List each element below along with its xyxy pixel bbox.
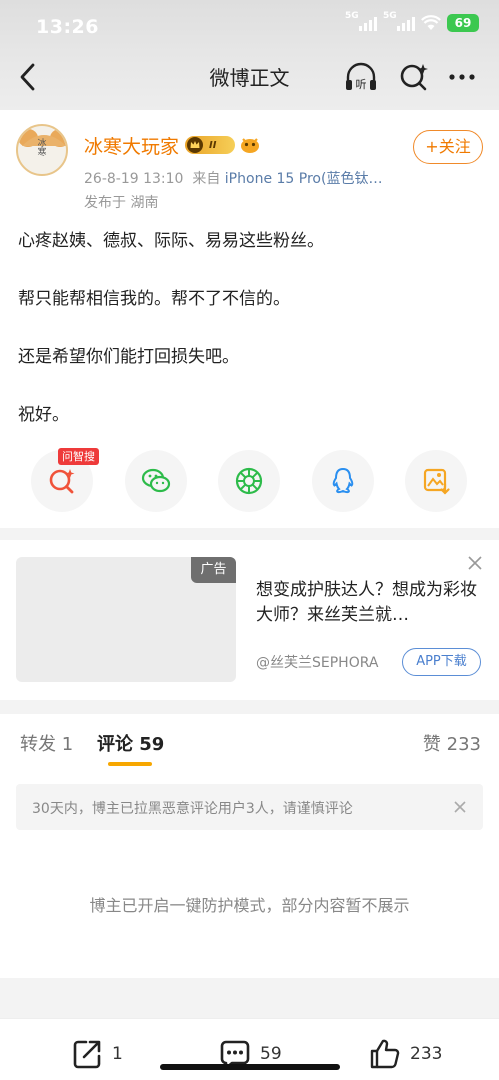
share-moments-button[interactable] (218, 450, 280, 512)
svg-text:听: 听 (356, 78, 367, 91)
post-meta: 26-8-19 13:10 来自 iPhone 15 Pro(蓝色钛… (84, 171, 383, 187)
ad-tag: 广告 (191, 557, 236, 583)
wechat-icon (141, 468, 171, 493)
status-time: 13:26 (36, 16, 99, 38)
wifi-icon (421, 15, 441, 30)
home-indicator (160, 1064, 340, 1070)
search-icon[interactable] (396, 60, 432, 94)
signal-icon-2: 5G (383, 11, 415, 31)
post-paragraph: 帮只能帮相信我的。帮不了不信的。 (18, 289, 290, 309)
close-icon[interactable] (453, 800, 467, 814)
ad-source[interactable]: @丝芙兰SEPHORA (256, 652, 378, 672)
battery-icon: 69 (447, 14, 479, 32)
post-location: 发布于 湖南 (84, 195, 159, 211)
like-count: 233 (410, 1044, 443, 1064)
share-wechat-button[interactable] (125, 450, 187, 512)
signal-icon: 5G (345, 11, 377, 31)
avatar[interactable]: 冰寒 (16, 124, 68, 176)
like-button[interactable]: 233 (368, 1037, 442, 1071)
tab-repost[interactable]: 转发 1 (20, 730, 73, 756)
app-download-button[interactable]: APP下载 (402, 648, 481, 676)
device-link[interactable]: iPhone 15 Pro(蓝色钛… (225, 171, 383, 187)
image-download-icon (423, 468, 450, 495)
notice-text: 30天内，博主已拉黑恶意评论用户3人，请谨慎评论 (32, 801, 353, 817)
post-paragraph: 还是希望你们能打回损失吧。 (18, 347, 239, 367)
protection-mode-text: 博主已开启一键防护模式，部分内容暂不展示 (89, 896, 410, 915)
crown-icon (187, 137, 203, 153)
qq-icon (332, 467, 354, 494)
active-tab-indicator (108, 762, 152, 766)
repost-button[interactable]: 1 (70, 1037, 123, 1071)
post-paragraph: 心疼赵姨、德叔、际际、易易这些粉丝。 (18, 231, 324, 251)
ad-card[interactable]: 广告 想变成护肤达人？想成为彩妆大师？来丝芙兰就… @丝芙兰SEPHORA AP… (0, 540, 499, 700)
post-card: 冰寒 冰寒大玩家 II 26-8-19 13:10 来自 iPhone 15 P… (0, 110, 499, 528)
follow-button[interactable]: +关注 (413, 130, 483, 164)
moments-icon (235, 467, 263, 495)
ai-search-tag: 问智搜 (58, 448, 99, 465)
bottom-toolbar: 1 59 233 (0, 1018, 499, 1080)
save-image-button[interactable] (405, 450, 467, 512)
comments-section: 30天内，博主已拉黑恶意评论用户3人，请谨慎评论 博主已开启一键防护模式，部分内… (0, 770, 499, 978)
vip-level: II (209, 139, 217, 151)
repost-icon (73, 1040, 101, 1069)
ad-text[interactable]: 想变成护肤达人？想成为彩妆大师？来丝芙兰就… (256, 578, 484, 628)
post-paragraph: 祝好。 (18, 405, 69, 425)
like-icon (370, 1039, 400, 1069)
status-icons: 5G 5G 69 (345, 11, 479, 32)
listen-icon[interactable]: 听 (343, 60, 379, 94)
username[interactable]: 冰寒大玩家 (84, 132, 179, 159)
comment-count: 59 (260, 1044, 282, 1064)
more-icon[interactable] (446, 60, 482, 94)
top-bar: 13:26 5G 5G 69 微博正文 听 (0, 0, 499, 110)
share-qq-button[interactable] (312, 450, 374, 512)
interaction-tabs: 转发 1 评论 59 赞 233 (0, 714, 499, 770)
ai-search-icon (49, 469, 75, 494)
vip-badge[interactable]: II (185, 136, 235, 154)
close-icon[interactable] (466, 554, 484, 572)
comment-notice: 30天内，博主已拉黑恶意评论用户3人，请谨慎评论 (16, 784, 483, 830)
tab-likes[interactable]: 赞 233 (423, 730, 481, 756)
avatar-text: 冰寒 (37, 139, 47, 158)
tab-comments[interactable]: 评论 59 (97, 730, 164, 756)
repost-count: 1 (112, 1044, 123, 1064)
fan-badge-icon[interactable] (239, 134, 261, 156)
